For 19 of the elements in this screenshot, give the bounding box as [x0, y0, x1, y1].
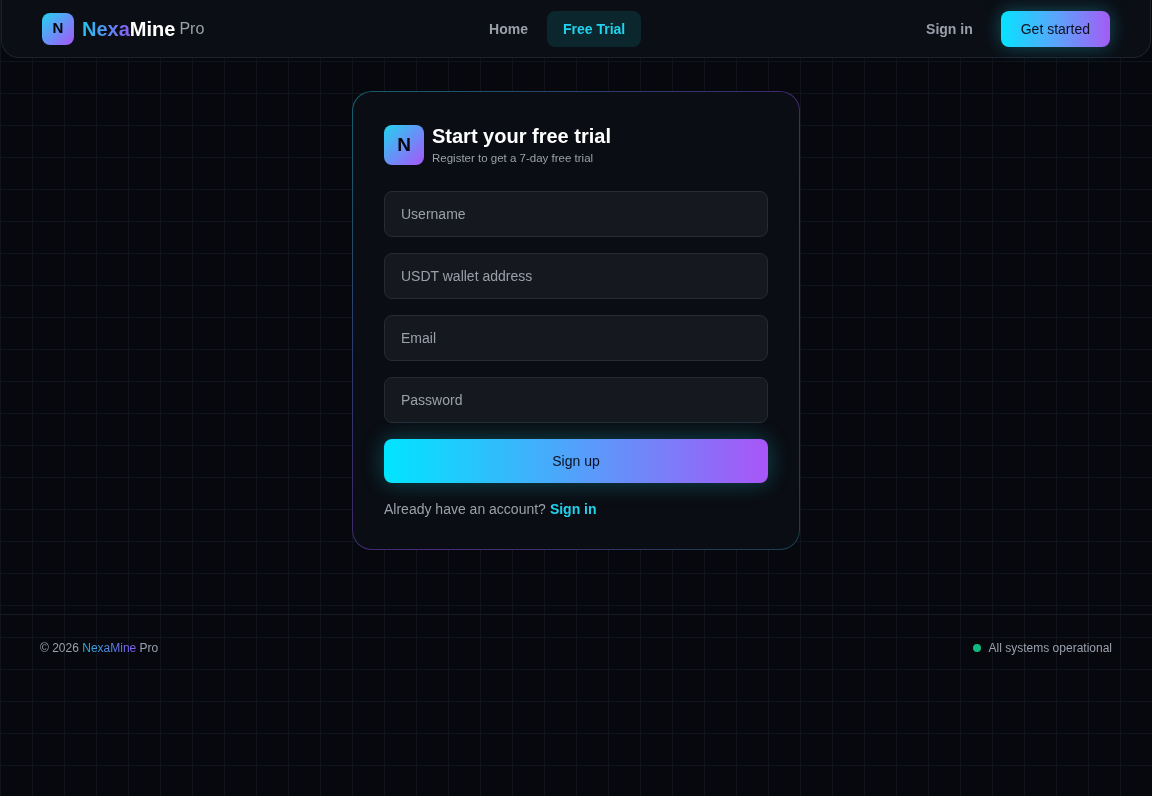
get-started-button[interactable]: Get started	[1000, 10, 1110, 47]
signin-prompt: Already have an account?	[384, 500, 546, 519]
input-field[interactable]: USDT wallet address	[384, 253, 768, 299]
nav-tab[interactable]: Home	[473, 10, 544, 47]
status-text: All systems operational	[988, 639, 1112, 656]
input-field[interactable]: Username	[384, 191, 768, 237]
sign-in-link[interactable]: Sign in	[910, 10, 989, 47]
brand-logo: N	[384, 125, 424, 165]
card-title: Start your free trial	[432, 124, 611, 148]
input-field[interactable]: Password	[384, 377, 768, 423]
sign-up-button[interactable]: Sign up	[384, 439, 768, 483]
sign-in-link[interactable]: Sign in	[549, 499, 597, 519]
brand-suffix: Pro	[179, 20, 205, 37]
brand-logo: N	[42, 12, 74, 45]
copyright-text: © 2026 NexaMine Pro	[40, 639, 159, 656]
card-subtitle: Register to get a 7-day free trial	[432, 151, 595, 166]
nav-tab[interactable]: Free Trial	[547, 10, 642, 47]
input-field[interactable]: Email	[384, 315, 768, 361]
brand-name: NexaMine	[82, 18, 176, 39]
